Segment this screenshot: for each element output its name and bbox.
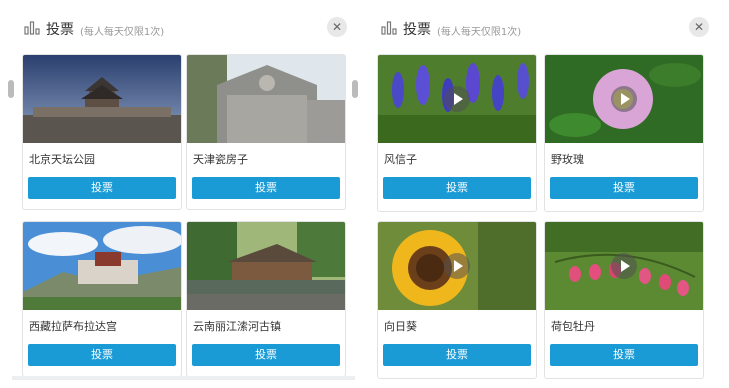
bar-chart-icon [24, 21, 40, 35]
vote-card: 北京天坛公园 投票 [22, 54, 182, 210]
vote-card: 天津瓷房子 投票 [186, 54, 346, 210]
vote-card: 云南丽江溹河古镇 投票 [186, 221, 346, 377]
panel-header: 投票 (每人每天仅限1次) ✕ [379, 13, 709, 43]
card-image [187, 55, 345, 143]
card-image [23, 222, 181, 310]
card-name: 向日葵 [384, 320, 417, 333]
vote-button[interactable]: 投票 [28, 344, 176, 366]
vote-button[interactable]: 投票 [550, 344, 698, 366]
card-name: 野玫瑰 [551, 153, 584, 166]
card-video[interactable] [545, 222, 703, 310]
card-video[interactable] [378, 55, 536, 143]
panel-header: 投票 (每人每天仅限1次) ✕ [22, 13, 347, 43]
vote-panel-left: 投票 (每人每天仅限1次) ✕ 北京天坛公园 投票 天津瓷房子 投票 西藏拉萨布… [12, 0, 355, 388]
close-icon[interactable]: ✕ [689, 17, 709, 37]
scroll-edge-right [352, 80, 358, 98]
card-name: 云南丽江溹河古镇 [193, 320, 281, 333]
vote-button[interactable]: 投票 [383, 344, 531, 366]
vote-button[interactable]: 投票 [192, 177, 340, 199]
vote-card: 风信子 投票 [377, 54, 537, 212]
vote-button[interactable]: 投票 [192, 344, 340, 366]
vote-card: 野玫瑰 投票 [544, 54, 704, 212]
play-icon[interactable] [611, 253, 637, 279]
vote-card: 西藏拉萨布拉达宫 投票 [22, 221, 182, 377]
card-name: 风信子 [384, 153, 417, 166]
vote-panel-right: 投票 (每人每天仅限1次) ✕ 风信子 投票 野玫瑰 投票 向日葵 投票 荷包牡… [369, 0, 717, 388]
card-name: 北京天坛公园 [29, 153, 95, 166]
card-video[interactable] [545, 55, 703, 143]
panel-subtitle: (每人每天仅限1次) [437, 27, 522, 38]
vote-button[interactable]: 投票 [550, 177, 698, 199]
card-image [187, 222, 345, 310]
panel-subtitle: (每人每天仅限1次) [80, 27, 165, 38]
play-icon[interactable] [444, 253, 470, 279]
vote-card: 向日葵 投票 [377, 221, 537, 379]
vote-card: 荷包牡丹 投票 [544, 221, 704, 379]
vote-button[interactable]: 投票 [28, 177, 176, 199]
bar-chart-icon [381, 21, 397, 35]
scroll-edge-left [8, 80, 14, 98]
vote-button[interactable]: 投票 [383, 177, 531, 199]
play-icon[interactable] [611, 86, 637, 112]
panel-title: 投票 [46, 22, 74, 38]
card-name: 西藏拉萨布拉达宫 [29, 320, 117, 333]
play-icon[interactable] [444, 86, 470, 112]
panel-bottom-edge [12, 376, 355, 380]
panel-title: 投票 [403, 22, 431, 38]
card-name: 荷包牡丹 [551, 320, 595, 333]
card-video[interactable] [378, 222, 536, 310]
card-name: 天津瓷房子 [193, 153, 248, 166]
close-icon[interactable]: ✕ [327, 17, 347, 37]
card-image [23, 55, 181, 143]
